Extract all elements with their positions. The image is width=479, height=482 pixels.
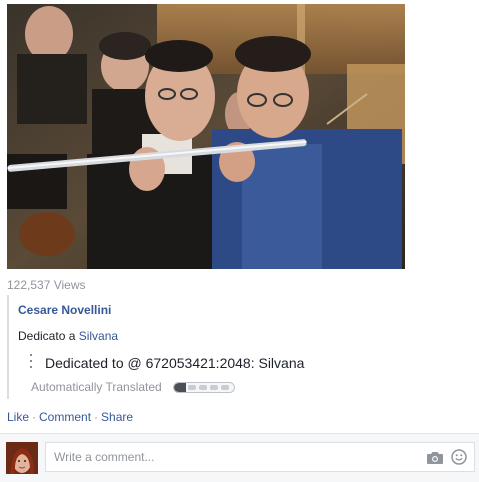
separator: ·	[94, 410, 99, 424]
avatar[interactable]	[6, 442, 38, 474]
rating-segment	[198, 384, 207, 390]
smile-icon[interactable]	[451, 449, 467, 465]
post-message-block: Cesare Novellini Dedicato a Silvana Dedi…	[7, 295, 307, 399]
separator: ·	[32, 410, 37, 424]
vertical-dots-icon[interactable]	[29, 354, 33, 372]
rating-fill	[173, 382, 186, 392]
rating-segment	[209, 384, 218, 390]
rating-segment	[187, 384, 196, 390]
like-link[interactable]: Like	[7, 410, 29, 424]
video-frame	[7, 4, 405, 269]
translation-rating[interactable]	[172, 381, 235, 393]
video-player[interactable]	[7, 4, 405, 269]
comment-link[interactable]: Comment	[39, 410, 91, 424]
author-link[interactable]: Cesare Novellini	[18, 303, 307, 317]
camera-icon[interactable]	[426, 451, 444, 465]
post-actions: Like · Comment · Share	[7, 410, 133, 424]
comment-composer	[0, 433, 479, 482]
share-link[interactable]: Share	[101, 410, 133, 424]
translated-text: Dedicated to @ 672053421:2048: Silvana	[45, 355, 305, 371]
automatically-translated-label: Automatically Translated	[31, 380, 162, 394]
translation-footer: Automatically Translated	[31, 380, 235, 394]
mention-link[interactable]: Silvana	[79, 329, 118, 343]
message-text: Dedicato a	[18, 329, 79, 343]
comment-input[interactable]	[45, 442, 475, 472]
rating-segment	[220, 384, 229, 390]
original-message: Dedicato a Silvana	[18, 329, 307, 343]
view-count: 122,537 Views	[7, 278, 86, 292]
